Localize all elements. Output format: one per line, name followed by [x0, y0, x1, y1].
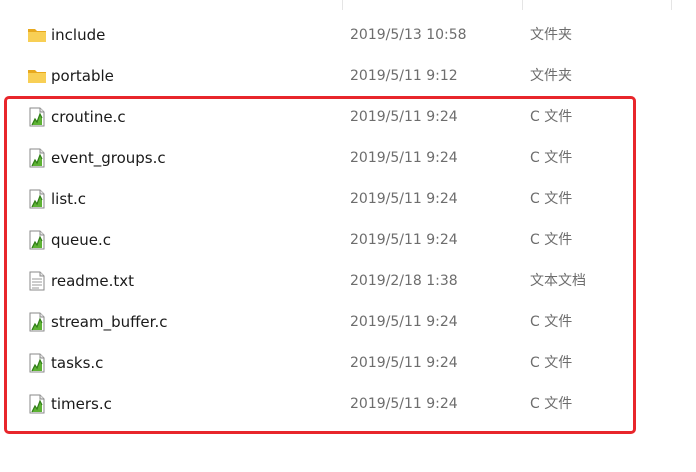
file-name[interactable]: portable	[51, 56, 114, 97]
modified-date: 2019/5/11 9:24	[350, 396, 458, 412]
file-name[interactable]: timers.c	[51, 384, 112, 425]
column-divider[interactable]	[671, 0, 672, 10]
modified-date: 2019/5/13 10:58	[350, 27, 467, 43]
modified-date: 2019/5/11 9:24	[350, 232, 458, 248]
file-type: C 文件	[530, 109, 573, 125]
modified-date: 2019/5/11 9:24	[350, 314, 458, 330]
file-explorer-list: include 2019/5/13 10:58 文件夹 portable 201…	[0, 0, 696, 472]
file-type: C 文件	[530, 191, 573, 207]
c-source-file-icon	[27, 189, 47, 209]
file-name[interactable]: event_groups.c	[51, 138, 166, 179]
modified-date: 2019/5/11 9:24	[350, 109, 458, 125]
file-name[interactable]: include	[51, 15, 105, 56]
c-source-file-icon	[27, 394, 47, 414]
list-item-stream-buffer-c[interactable]: stream_buffer.c 2019/5/11 9:24 C 文件	[0, 302, 696, 343]
column-divider[interactable]	[342, 0, 343, 10]
column-divider[interactable]	[522, 0, 523, 10]
c-source-file-icon	[27, 107, 47, 127]
file-name[interactable]: list.c	[51, 179, 86, 220]
modified-date: 2019/5/11 9:24	[350, 150, 458, 166]
list-item-list-c[interactable]: list.c 2019/5/11 9:24 C 文件	[0, 179, 696, 220]
text-file-icon	[27, 271, 47, 291]
folder-icon	[27, 25, 47, 45]
file-type: C 文件	[530, 314, 573, 330]
list-item-timers-c[interactable]: timers.c 2019/5/11 9:24 C 文件	[0, 384, 696, 425]
file-name[interactable]: croutine.c	[51, 97, 126, 138]
file-type: C 文件	[530, 150, 573, 166]
file-type: 文本文档	[530, 273, 586, 289]
modified-date: 2019/5/11 9:24	[350, 191, 458, 207]
file-name[interactable]: queue.c	[51, 220, 111, 261]
folder-icon	[27, 66, 47, 86]
list-item-event-groups-c[interactable]: event_groups.c 2019/5/11 9:24 C 文件	[0, 138, 696, 179]
modified-date: 2019/2/18 1:38	[350, 273, 458, 289]
file-name[interactable]: readme.txt	[51, 261, 134, 302]
c-source-file-icon	[27, 148, 47, 168]
list-item-include[interactable]: include 2019/5/13 10:58 文件夹	[0, 15, 696, 56]
file-type: C 文件	[530, 396, 573, 412]
c-source-file-icon	[27, 312, 47, 332]
modified-date: 2019/5/11 9:12	[350, 68, 458, 84]
c-source-file-icon	[27, 353, 47, 373]
file-type: 文件夹	[530, 68, 572, 84]
list-item-queue-c[interactable]: queue.c 2019/5/11 9:24 C 文件	[0, 220, 696, 261]
modified-date: 2019/5/11 9:24	[350, 355, 458, 371]
list-item-croutine-c[interactable]: croutine.c 2019/5/11 9:24 C 文件	[0, 97, 696, 138]
c-source-file-icon	[27, 230, 47, 250]
list-item-tasks-c[interactable]: tasks.c 2019/5/11 9:24 C 文件	[0, 343, 696, 384]
list-item-portable[interactable]: portable 2019/5/11 9:12 文件夹	[0, 56, 696, 97]
file-type: C 文件	[530, 355, 573, 371]
file-name[interactable]: stream_buffer.c	[51, 302, 167, 343]
file-name[interactable]: tasks.c	[51, 343, 103, 384]
file-type: 文件夹	[530, 27, 572, 43]
list-item-readme-txt[interactable]: readme.txt 2019/2/18 1:38 文本文档	[0, 261, 696, 302]
file-type: C 文件	[530, 232, 573, 248]
